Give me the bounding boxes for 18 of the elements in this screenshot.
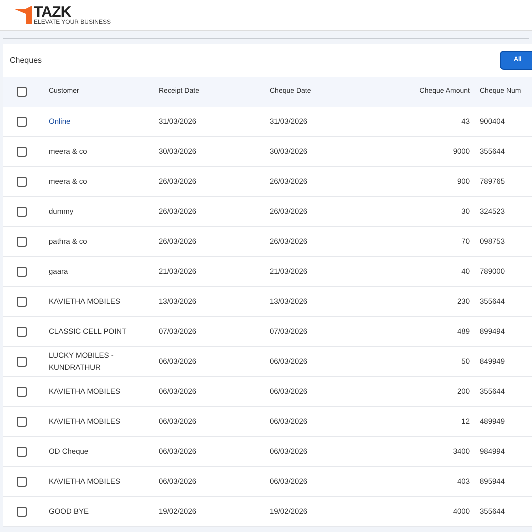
checkbox[interactable] <box>17 326 27 336</box>
checkbox[interactable] <box>17 206 27 216</box>
checkbox[interactable] <box>17 446 27 456</box>
checkbox[interactable] <box>17 87 27 97</box>
checkbox[interactable] <box>17 116 27 126</box>
checkbox[interactable] <box>17 176 27 186</box>
checkbox[interactable] <box>17 356 27 366</box>
logo-icon <box>14 6 32 24</box>
checkbox[interactable] <box>17 386 27 396</box>
checkbox[interactable] <box>17 146 27 156</box>
checkbox[interactable] <box>17 476 27 486</box>
checkbox[interactable] <box>17 416 27 426</box>
checkbox[interactable] <box>17 296 27 306</box>
checkbox[interactable] <box>17 506 27 516</box>
panel-title: Cheques <box>10 54 42 66</box>
logo-name: TAZK <box>34 4 72 20</box>
checkbox[interactable] <box>17 266 27 276</box>
checkbox[interactable] <box>17 236 27 246</box>
